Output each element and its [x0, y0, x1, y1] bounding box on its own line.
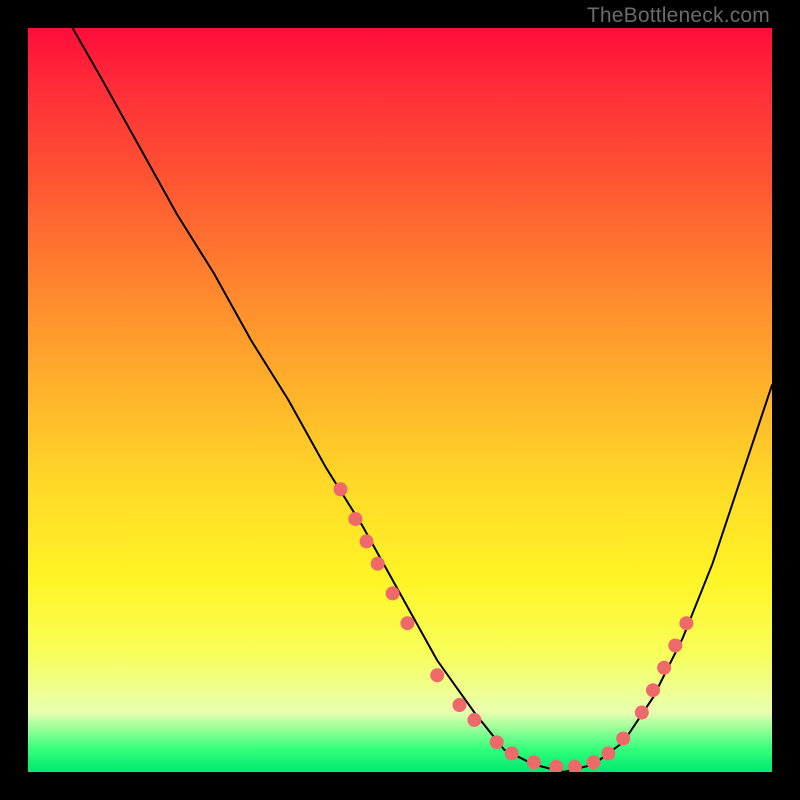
marker-dot	[527, 755, 541, 769]
plot-area	[28, 28, 772, 772]
marker-dot	[334, 482, 348, 496]
curve-layer	[28, 28, 772, 772]
marker-dot	[668, 639, 682, 653]
marker-dot	[505, 746, 519, 760]
marker-dot	[348, 512, 362, 526]
marker-dot	[679, 616, 693, 630]
marker-dot	[568, 760, 582, 772]
marker-dot	[616, 732, 630, 746]
marker-dot	[360, 534, 374, 548]
marker-dot	[657, 661, 671, 675]
marker-dot	[635, 706, 649, 720]
marker-dot	[386, 586, 400, 600]
marker-dot	[371, 557, 385, 571]
marker-dot	[549, 760, 563, 772]
bottleneck-curve-path	[73, 28, 772, 772]
watermark-text: TheBottleneck.com	[587, 4, 770, 28]
bottleneck-curve	[73, 28, 772, 772]
marker-dot	[490, 735, 504, 749]
marker-dot	[400, 616, 414, 630]
marker-dot	[601, 746, 615, 760]
marker-dot	[453, 698, 467, 712]
marker-dot	[430, 668, 444, 682]
marker-dot	[646, 683, 660, 697]
marker-dots	[334, 482, 694, 772]
marker-dot	[467, 713, 481, 727]
chart-root: TheBottleneck.com	[0, 0, 800, 800]
marker-dot	[586, 755, 600, 769]
